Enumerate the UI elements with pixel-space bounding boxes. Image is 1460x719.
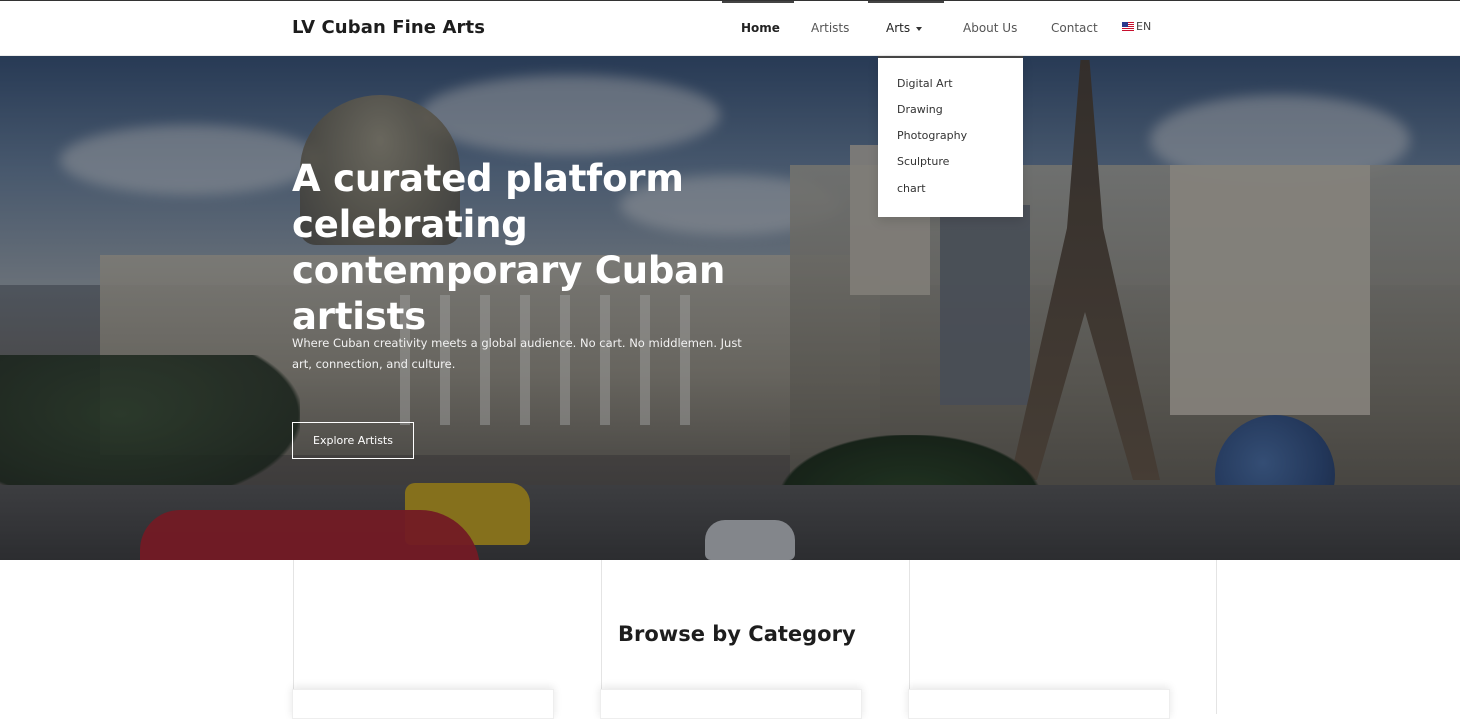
nav-home-active-indicator [722, 1, 794, 3]
arts-dropdown-menu: Digital Art Drawing Photography Sculptur… [878, 56, 1023, 217]
nav-about-us[interactable]: About Us [963, 21, 1017, 35]
menu-item-chart[interactable]: chart [897, 182, 926, 195]
menu-item-photography[interactable]: Photography [897, 129, 967, 142]
explore-artists-button[interactable]: Explore Artists [292, 422, 414, 459]
nav-artists[interactable]: Artists [811, 21, 849, 35]
hero-section: A curated platform celebrating contempor… [0, 55, 1460, 560]
menu-item-sculpture[interactable]: Sculpture [897, 155, 949, 168]
category-card[interactable] [908, 689, 1170, 719]
menu-item-drawing[interactable]: Drawing [897, 103, 943, 116]
column-divider [1216, 560, 1217, 714]
site-header: LV Cuban Fine Arts Home Artists Arts Abo… [0, 0, 1460, 56]
us-flag-icon [1122, 22, 1134, 31]
nav-arts-label: Arts [886, 21, 911, 35]
language-label: EN [1136, 20, 1152, 33]
site-logo[interactable]: LV Cuban Fine Arts [292, 17, 485, 38]
nav-arts[interactable]: Arts [886, 21, 923, 35]
caret-down-icon [916, 26, 923, 31]
language-switcher[interactable]: EN [1122, 20, 1151, 33]
nav-contact[interactable]: Contact [1051, 21, 1098, 35]
browse-category-section: Browse by Category [0, 560, 1460, 719]
category-card[interactable] [600, 689, 862, 719]
category-section-title: Browse by Category [618, 622, 856, 646]
nav-home[interactable]: Home [741, 21, 780, 35]
category-card[interactable] [292, 689, 554, 719]
hero-title: A curated platform celebrating contempor… [292, 157, 726, 338]
menu-item-digital-art[interactable]: Digital Art [897, 77, 953, 90]
hero-subtitle: Where Cuban creativity meets a global au… [292, 336, 742, 371]
nav-arts-active-indicator [868, 1, 944, 3]
